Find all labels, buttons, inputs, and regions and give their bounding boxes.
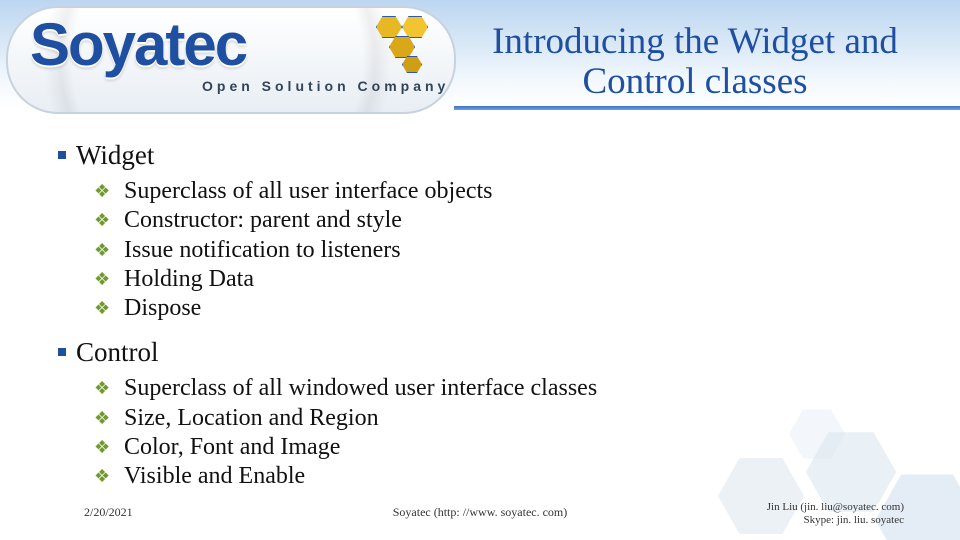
hex-icon bbox=[402, 56, 422, 73]
bullet-text: Holding Data bbox=[124, 266, 254, 292]
content-body: Widget ❖Superclass of all user interface… bbox=[76, 140, 930, 505]
list-item: ❖Superclass of all windowed user interfa… bbox=[120, 374, 930, 403]
list-item: ❖Issue notification to listeners bbox=[120, 236, 930, 265]
list-item: ❖Superclass of all user interface object… bbox=[120, 177, 930, 206]
brand-logo: Soyatec Open Solution Company bbox=[6, 6, 456, 114]
list-item: ❖Constructor: parent and style bbox=[120, 206, 930, 235]
footer-date: 2/20/2021 bbox=[84, 505, 133, 520]
hex-icon bbox=[389, 36, 415, 58]
logo-wordmark: Soyatec bbox=[30, 10, 246, 79]
bullet-list-widget: ❖Superclass of all user interface object… bbox=[120, 177, 930, 323]
hex-icon bbox=[376, 16, 402, 38]
footer-author-skype: Skype: jin. liu. soyatec bbox=[767, 514, 904, 528]
bullet-text: Size, Location and Region bbox=[124, 405, 379, 431]
list-item: ❖Size, Location and Region bbox=[120, 404, 930, 433]
diamond-icon: ❖ bbox=[94, 181, 110, 203]
bullet-text: Visible and Enable bbox=[124, 463, 305, 489]
hex-icon bbox=[402, 16, 428, 38]
section-heading-control: Control bbox=[76, 337, 930, 368]
bullet-text: Issue notification to listeners bbox=[124, 237, 401, 263]
diamond-icon: ❖ bbox=[94, 437, 110, 459]
footer-author: Jin Liu (jin. liu@soyatec. com) Skype: j… bbox=[767, 501, 904, 529]
diamond-icon: ❖ bbox=[94, 378, 110, 400]
slide-title: Introducing the Widget and Control class… bbox=[460, 22, 930, 102]
accent-divider bbox=[454, 106, 960, 110]
logo-hex-cluster bbox=[374, 16, 430, 72]
bullet-list-control: ❖Superclass of all windowed user interfa… bbox=[120, 374, 930, 491]
diamond-icon: ❖ bbox=[94, 269, 110, 291]
diamond-icon: ❖ bbox=[94, 210, 110, 232]
list-item: ❖Holding Data bbox=[120, 265, 930, 294]
list-item: ❖Color, Font and Image bbox=[120, 433, 930, 462]
footer-author-email: Jin Liu (jin. liu@soyatec. com) bbox=[767, 501, 904, 515]
bullet-text: Dispose bbox=[124, 295, 201, 321]
list-item: ❖Visible and Enable bbox=[120, 462, 930, 491]
diamond-icon: ❖ bbox=[94, 298, 110, 320]
diamond-icon: ❖ bbox=[94, 466, 110, 488]
section-heading-widget: Widget bbox=[76, 140, 930, 171]
list-item: ❖Dispose bbox=[120, 294, 930, 323]
slide-footer: 2/20/2021 Soyatec (http: //www. soyatec.… bbox=[0, 494, 960, 530]
diamond-icon: ❖ bbox=[94, 408, 110, 430]
diamond-icon: ❖ bbox=[94, 240, 110, 262]
bullet-text: Constructor: parent and style bbox=[124, 207, 402, 233]
bullet-text: Superclass of all windowed user interfac… bbox=[124, 375, 597, 401]
logo-tagline: Open Solution Company bbox=[202, 78, 449, 94]
bullet-text: Superclass of all user interface objects bbox=[124, 178, 493, 204]
bullet-text: Color, Font and Image bbox=[124, 434, 340, 460]
footer-center: Soyatec (http: //www. soyatec. com) bbox=[393, 505, 568, 520]
